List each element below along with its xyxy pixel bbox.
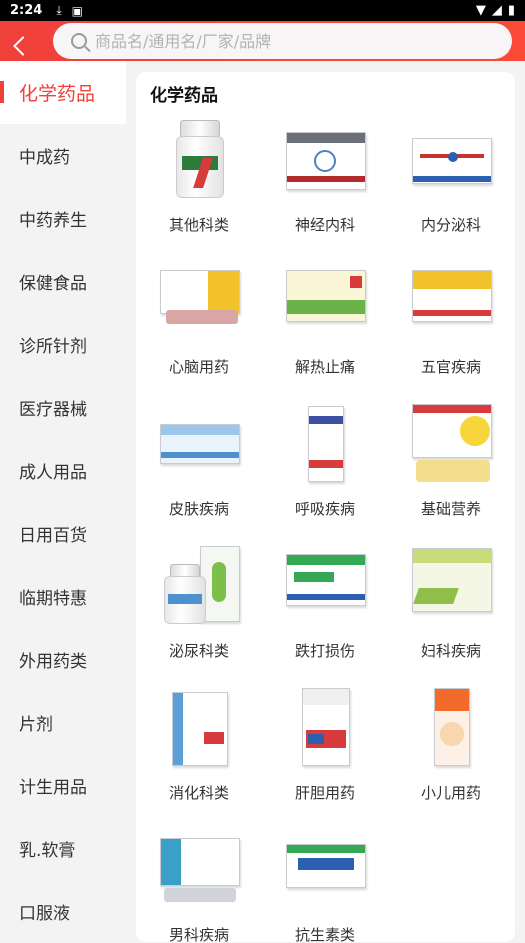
medicine-box-icon	[158, 828, 242, 912]
subcategory-label: 小儿用药	[420, 784, 481, 802]
medicine-box-icon	[284, 402, 368, 486]
subcategory-label: 呼吸疾病	[294, 500, 355, 518]
sidebar-item-oral-liquid[interactable]: 口服液	[0, 880, 126, 943]
sidebar-item-clinic-injections[interactable]: 诊所针剂	[0, 313, 126, 376]
subcategory-tile-antibiotics[interactable]: 抗生素类	[262, 828, 388, 942]
subcategory-label: 基础营养	[420, 500, 481, 518]
notification-a-icon: ▣	[71, 3, 83, 18]
sidebar-item-chemical-drugs[interactable]: 化学药品	[0, 61, 126, 124]
subcategory-tile-trauma[interactable]: 跌打损伤	[262, 544, 388, 686]
subcategory-tile-cardio[interactable]: 心脑用药	[136, 260, 262, 402]
status-bar: 2:24 ⤓ ▣ ▼ ◢ ▮	[0, 0, 525, 21]
sidebar-item-health-food[interactable]: 保健食品	[0, 250, 126, 313]
subcategory-tile-urology[interactable]: 泌尿科类	[136, 544, 262, 686]
search-input[interactable]	[95, 31, 455, 51]
subcategory-tile-gynecology[interactable]: 妇科疾病	[388, 544, 514, 686]
subcategory-tile-liver[interactable]: 肝胆用药	[262, 686, 388, 828]
capsule-box-icon	[284, 686, 368, 770]
subcategory-tile-nutrition[interactable]: 基础营养	[388, 402, 514, 544]
subcategory-tile-endocrinology[interactable]: 内分泌科	[388, 118, 514, 260]
sidebar-item-tcm-wellness[interactable]: 中药养生	[0, 187, 126, 250]
sidebar-item-medical-devices[interactable]: 医疗器械	[0, 376, 126, 439]
capsule-box-icon	[158, 686, 242, 770]
status-time: 2:24	[10, 3, 43, 18]
sidebar-item-creams[interactable]: 乳.软膏	[0, 817, 126, 880]
subcategory-label: 皮肤疾病	[168, 500, 229, 518]
subcategory-tile-respiratory[interactable]: 呼吸疾病	[262, 402, 388, 544]
subcategory-tile-dermatology[interactable]: 皮肤疾病	[136, 402, 262, 544]
medicine-box-icon	[284, 260, 368, 344]
medicine-box-icon	[158, 260, 242, 344]
sidebar-item-adult-products[interactable]: 成人用品	[0, 439, 126, 502]
subcategory-tile-neurology[interactable]: 神经内科	[262, 118, 388, 260]
subcategory-label: 神经内科	[294, 216, 355, 234]
search-icon	[71, 33, 87, 49]
medicine-box-icon	[410, 118, 494, 202]
sidebar-item-expiring-deals[interactable]: 临期特惠	[0, 565, 126, 628]
medicine-bottle-icon	[158, 118, 242, 202]
subcategory-tile-ent[interactable]: 五官疾病	[388, 260, 514, 402]
ointment-box-icon	[158, 402, 242, 486]
category-sidebar: 化学药品 中成药 中药养生 保健食品 诊所针剂 医疗器械 成人用品 日用百货 临…	[0, 61, 126, 933]
top-header	[0, 21, 525, 61]
subcategory-label: 内分泌科	[420, 216, 481, 234]
sidebar-item-external-medicine[interactable]: 外用药类	[0, 628, 126, 691]
signal-icon: ◢	[491, 3, 502, 18]
syrup-box-icon	[410, 686, 494, 770]
capsule-box-icon	[284, 828, 368, 912]
subcategory-tile-other[interactable]: 其他科类	[136, 118, 262, 260]
subcategory-label: 肝胆用药	[294, 784, 355, 802]
subcategory-label: 男科疾病	[168, 926, 229, 942]
sidebar-item-chinese-patent-medicine[interactable]: 中成药	[0, 124, 126, 187]
subcategory-label: 泌尿科类	[168, 642, 229, 660]
capsule-box-icon	[410, 544, 494, 628]
subcategory-label: 心脑用药	[168, 358, 229, 376]
capsule-box-icon	[284, 544, 368, 628]
medicine-bottle-icon	[158, 544, 242, 628]
medicine-box-icon	[410, 260, 494, 344]
sidebar-item-daily-goods[interactable]: 日用百货	[0, 502, 126, 565]
download-icon: ⤓	[56, 3, 62, 17]
category-content-panel: 化学药品 其他科类 神经内科 内分泌科 心脑用药 解热止痛 五官疾病 皮肤疾病 …	[136, 72, 515, 942]
subcategory-label: 妇科疾病	[420, 642, 481, 660]
medicine-box-icon	[284, 118, 368, 202]
subcategory-label: 抗生素类	[294, 926, 355, 942]
vitamin-box-icon	[410, 402, 494, 486]
subcategory-tile-digestive[interactable]: 消化科类	[136, 686, 262, 828]
subcategory-tile-pediatric[interactable]: 小儿用药	[388, 686, 514, 828]
subcategory-label: 其他科类	[168, 216, 229, 234]
subcategory-label: 五官疾病	[420, 358, 481, 376]
sidebar-item-family-planning[interactable]: 计生用品	[0, 754, 126, 817]
battery-icon: ▮	[507, 3, 515, 18]
section-title: 化学药品	[150, 86, 218, 106]
sidebar-item-tablets[interactable]: 片剂	[0, 691, 126, 754]
subcategory-tile-andrology[interactable]: 男科疾病	[136, 828, 262, 942]
subcategory-tile-antipyretic[interactable]: 解热止痛	[262, 260, 388, 402]
back-arrow-icon[interactable]	[13, 36, 33, 56]
wifi-icon: ▼	[475, 3, 486, 18]
subcategory-label: 解热止痛	[294, 358, 355, 376]
search-bar[interactable]	[53, 23, 512, 59]
subcategory-label: 消化科类	[168, 784, 229, 802]
subcategory-label: 跌打损伤	[294, 642, 355, 660]
